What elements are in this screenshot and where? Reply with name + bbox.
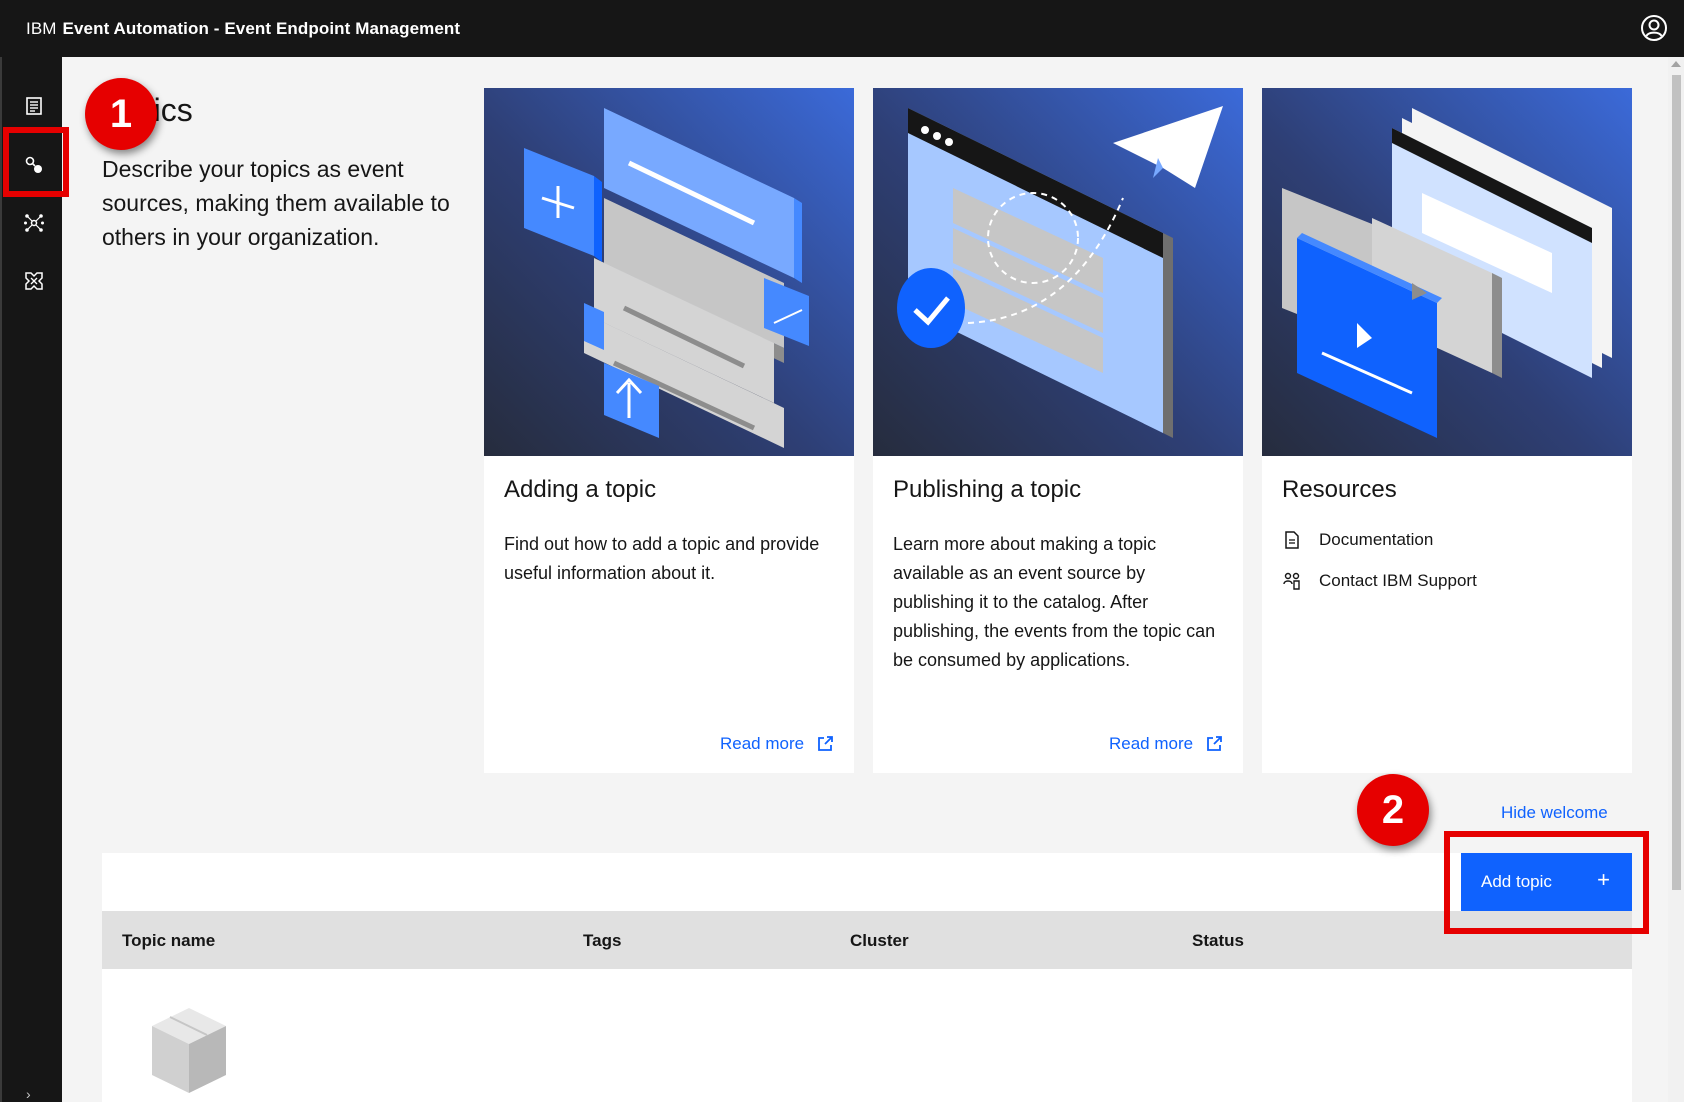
event-gateways-icon: [24, 214, 44, 232]
app-title: IBM Event Automation - Event Endpoint Man…: [26, 19, 460, 39]
step-badge-1: 1: [85, 78, 157, 150]
hide-welcome-link[interactable]: Hide welcome: [1501, 803, 1608, 823]
card-text: Learn more about making a topic availabl…: [893, 534, 1216, 670]
page-scrollbar[interactable]: [1668, 57, 1684, 1102]
column-header-status[interactable]: Status: [1192, 931, 1244, 951]
table-header: Topic name Tags Cluster Status: [102, 911, 1632, 969]
brand-label: IBM: [26, 18, 57, 38]
card-publishing-topic: Publishing a topic Learn more about maki…: [873, 88, 1243, 773]
scroll-thumb[interactable]: [1672, 75, 1681, 890]
read-more-link[interactable]: Read more: [720, 734, 834, 754]
external-link-icon: [818, 736, 834, 751]
column-header-tags[interactable]: Tags: [583, 931, 621, 951]
card-title: Resources: [1282, 476, 1397, 503]
support-icon: [1283, 572, 1300, 590]
card-title: Publishing a topic: [893, 476, 1082, 503]
subscriptions-icon: [25, 272, 43, 290]
add-topic-highlight: [1444, 831, 1649, 934]
card-adding-topic: Adding a topic Find out how to add a top…: [484, 88, 854, 773]
read-more-label: Read more: [720, 734, 805, 753]
column-header-topic-name[interactable]: Topic name: [122, 931, 215, 951]
sidebar-expand-chevron-icon[interactable]: ›: [26, 1086, 31, 1102]
scroll-up-arrow-icon[interactable]: [1671, 61, 1681, 67]
step-badge-2: 2: [1357, 774, 1429, 846]
product-name: Event Automation - Event Endpoint Manage…: [62, 18, 461, 38]
user-avatar-icon[interactable]: [1640, 14, 1668, 42]
publishing-topic-illustration: [873, 88, 1243, 456]
resources-illustration: [1262, 88, 1632, 456]
external-link-icon: [1207, 736, 1223, 751]
card-resources: Resources Documentation Contact IBM Supp…: [1262, 88, 1632, 773]
resource-support-link[interactable]: Contact IBM Support: [1282, 571, 1477, 591]
page-description: Describe your topics as event sources, m…: [102, 156, 450, 250]
empty-state-box-icon: [152, 1008, 226, 1098]
catalog-icon: [26, 97, 42, 115]
resource-documentation-link[interactable]: Documentation: [1282, 530, 1433, 550]
topics-nav-highlight: [3, 127, 69, 197]
nav-subscriptions[interactable]: [4, 252, 64, 310]
read-more-label: Read more: [1109, 734, 1194, 753]
topics-table: Topic name Tags Cluster Status: [102, 853, 1632, 1102]
read-more-link[interactable]: Read more: [1109, 734, 1223, 754]
column-header-cluster[interactable]: Cluster: [850, 931, 909, 951]
document-icon: [1285, 531, 1299, 549]
resource-label: Contact IBM Support: [1319, 571, 1477, 590]
nav-event-gateways[interactable]: [4, 194, 64, 252]
resource-label: Documentation: [1319, 530, 1434, 549]
adding-topic-illustration: [484, 88, 854, 456]
top-header: IBM Event Automation - Event Endpoint Man…: [0, 0, 1684, 57]
card-text: Find out how to add a topic and provide …: [504, 534, 820, 583]
card-title: Adding a topic: [504, 476, 657, 503]
